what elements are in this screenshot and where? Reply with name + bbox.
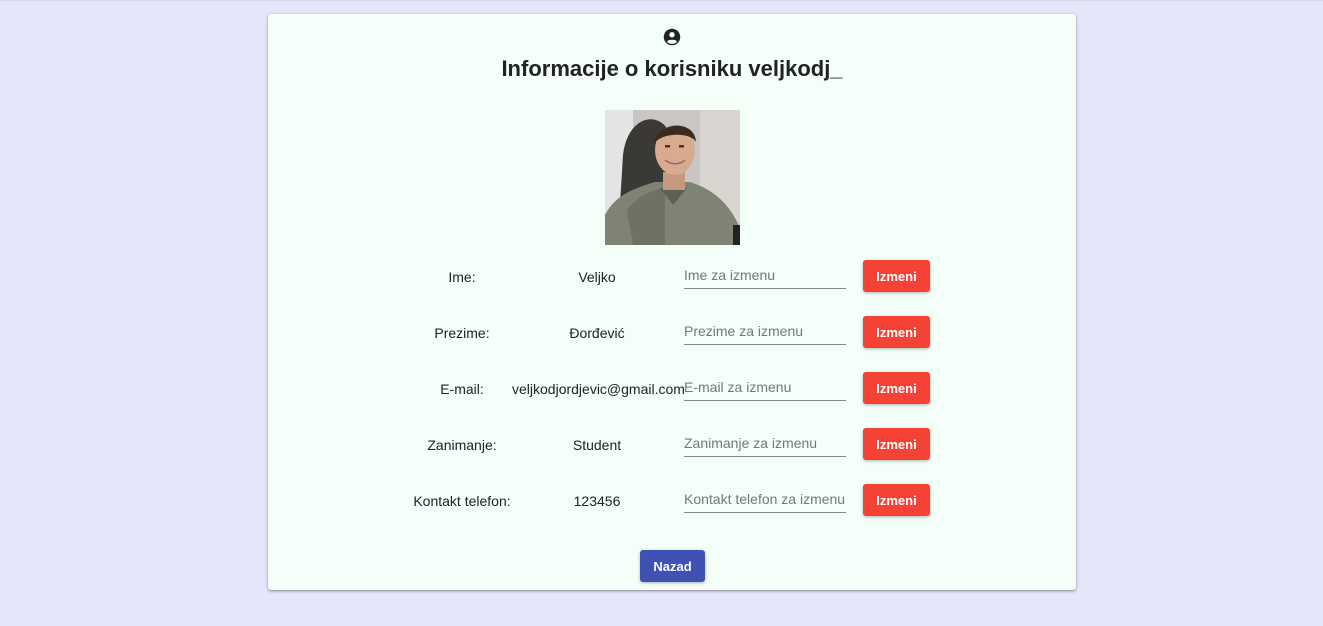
email-input[interactable] (684, 374, 846, 401)
prezime-input[interactable] (684, 318, 846, 345)
top-border (0, 0, 1323, 1)
zanimanje-value: Student (572, 437, 622, 453)
ime-edit-button[interactable]: Izmeni (863, 260, 930, 292)
field-row-zanimanje: Zanimanje: Student Izmeni (268, 428, 1076, 468)
avatar (605, 110, 740, 245)
field-row-prezime: Prezime: Đorđević Izmeni (268, 316, 1076, 356)
zanimanje-edit-button[interactable]: Izmeni (863, 428, 930, 460)
back-button[interactable]: Nazad (640, 550, 705, 582)
page-title: Informacije o korisniku veljkodj_ (501, 56, 843, 81)
field-row-ime: Ime: Veljko Izmeni (268, 260, 1076, 300)
kontakt-telefon-edit-button[interactable]: Izmeni (863, 484, 930, 516)
kontakt-telefon-value: 123456 (573, 493, 621, 509)
ime-label: Ime: (448, 269, 476, 285)
ime-value: Veljko (578, 269, 616, 285)
field-row-kontakt-telefon: Kontakt telefon: 123456 Izmeni (268, 484, 1076, 524)
zanimanje-input[interactable] (684, 430, 846, 457)
prezime-label: Prezime: (434, 325, 490, 341)
kontakt-telefon-input[interactable] (684, 486, 846, 513)
email-value: veljkodjordjevic@gmail.com (512, 381, 685, 397)
email-edit-button[interactable]: Izmeni (863, 372, 930, 404)
email-label: E-mail: (440, 381, 484, 397)
ime-input[interactable] (684, 262, 846, 289)
profile-photo (605, 110, 740, 245)
user-info-card: Informacije o korisniku veljkodj_ Ime: V… (268, 14, 1076, 590)
kontakt-telefon-label: Kontakt telefon: (413, 493, 511, 509)
zanimanje-label: Zanimanje: (427, 437, 497, 453)
account-circle-icon (663, 28, 681, 46)
prezime-edit-button[interactable]: Izmeni (863, 316, 930, 348)
prezime-value: Đorđević (569, 325, 625, 341)
field-row-email: E-mail: veljkodjordjevic@gmail.com Izmen… (268, 372, 1076, 412)
